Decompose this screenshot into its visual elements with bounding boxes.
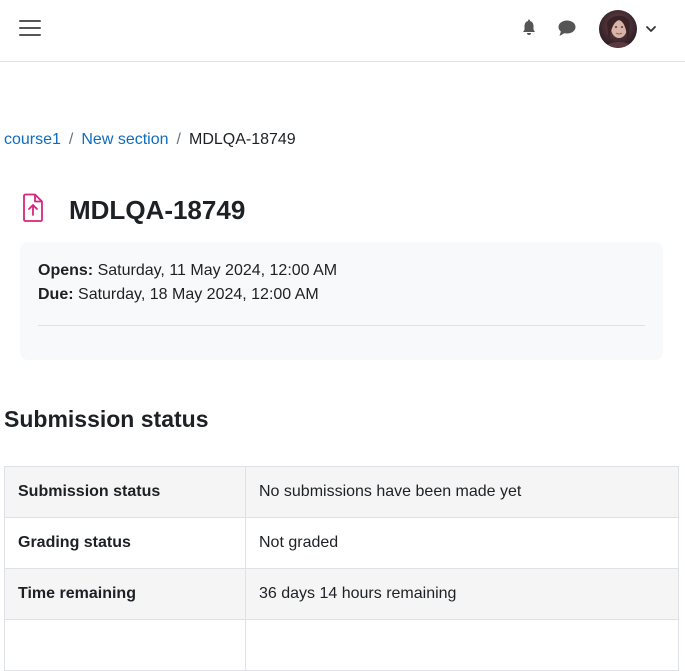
table-row: Time remaining 36 days 14 hours remainin… [4, 568, 679, 620]
due-label: Due: [38, 286, 74, 303]
chevron-down-icon[interactable] [645, 23, 657, 35]
table-row [4, 619, 679, 671]
breadcrumb-link-course1[interactable]: course1 [4, 131, 61, 148]
page-title: MDLQA-18749 [69, 195, 246, 225]
bell-icon[interactable] [520, 19, 538, 37]
divider [38, 325, 645, 326]
row-value: 36 days 14 hours remaining [245, 568, 679, 620]
row-value: Not graded [245, 517, 679, 569]
top-navbar [0, 0, 685, 62]
file-upload-icon [23, 193, 43, 222]
breadcrumb-separator: / [176, 131, 181, 148]
opens-label: Opens: [38, 262, 94, 279]
submission-status-heading: Submission status [4, 406, 209, 432]
breadcrumb: course1 / New section / MDLQA-18749 [4, 130, 296, 150]
avatar[interactable] [599, 10, 637, 48]
user-menu[interactable] [599, 10, 661, 48]
table-row: Grading status Not graded [4, 517, 679, 569]
table-row: Submission status No submissions have be… [4, 466, 679, 518]
submission-status-table: Submission status No submissions have be… [4, 466, 679, 671]
hamburger-menu-icon[interactable] [19, 17, 43, 39]
opens-date: Opens: Saturday, 11 May 2024, 12:00 AM [38, 261, 337, 281]
activity-dates: Opens: Saturday, 11 May 2024, 12:00 AM D… [20, 242, 663, 360]
row-label: Grading status [4, 517, 246, 569]
breadcrumb-link-new-section[interactable]: New section [81, 131, 168, 148]
row-label: Time remaining [4, 568, 246, 620]
row-label: Submission status [4, 466, 246, 518]
row-label [4, 619, 246, 671]
breadcrumb-current: MDLQA-18749 [188, 131, 296, 148]
due-date: Due: Saturday, 18 May 2024, 12:00 AM [38, 285, 319, 305]
row-value [245, 619, 679, 671]
chat-bubble-icon[interactable] [557, 19, 577, 37]
row-value: No submissions have been made yet [245, 466, 679, 518]
breadcrumb-separator: / [68, 131, 74, 148]
opens-value: Saturday, 11 May 2024, 12:00 AM [97, 262, 338, 279]
due-value: Saturday, 18 May 2024, 12:00 AM [78, 286, 319, 303]
